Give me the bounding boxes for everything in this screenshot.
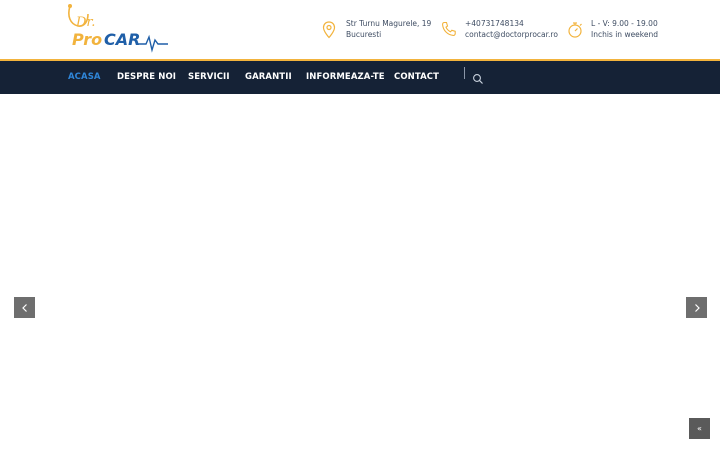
hours-weekend: Inchis in weekend	[591, 29, 659, 39]
nav-item-contact[interactable]: CONTACT	[394, 61, 439, 94]
nav-item-despre-noi[interactable]: DESPRE NOI	[117, 61, 176, 94]
phone-number[interactable]: +40731748134	[465, 19, 558, 30]
slider-prev-button[interactable]	[14, 297, 35, 318]
main-nav: ACASA DESPRE NOI SERVICII GARANTII INFOR…	[0, 61, 720, 94]
hours-weekdays: L - V: 9.00 - 19.00	[591, 19, 658, 28]
address-line1: Str Turnu Magurele, 19	[346, 19, 432, 28]
nav-divider	[464, 67, 465, 79]
page: Dr. Pro CAR Str Turnu Magurele, 19 Bucur…	[0, 0, 720, 450]
nav-item-informeaza-te[interactable]: INFORMEAZA-TE	[306, 61, 385, 94]
header-top: Dr. Pro CAR Str Turnu Magurele, 19 Bucur…	[0, 0, 720, 60]
search-icon[interactable]	[472, 72, 484, 84]
phone-block: +40731748134 contact@doctorprocar.ro	[441, 19, 558, 40]
chevron-right-icon	[694, 303, 700, 312]
phone-icon	[441, 21, 457, 39]
nav-item-garantii[interactable]: GARANTII	[245, 61, 292, 94]
svg-text:Dr.: Dr.	[75, 15, 95, 30]
address-line2: Bucuresti	[346, 29, 382, 39]
address-block: Str Turnu Magurele, 19 Bucuresti	[322, 19, 431, 40]
map-pin-icon	[322, 21, 338, 39]
email-address[interactable]: contact@doctorprocar.ro	[465, 30, 558, 41]
hero-slider	[0, 94, 720, 450]
chevron-left-icon	[21, 303, 27, 312]
stopwatch-icon	[567, 21, 583, 39]
hours-block: L - V: 9.00 - 19.00 Inchis in weekend	[567, 19, 658, 40]
site-logo[interactable]: Dr. Pro CAR	[66, 2, 170, 54]
back-to-top-button[interactable]: «	[689, 418, 710, 439]
slider-next-button[interactable]	[686, 297, 707, 318]
nav-item-servicii[interactable]: SERVICII	[188, 61, 230, 94]
nav-item-acasa[interactable]: ACASA	[68, 61, 101, 94]
